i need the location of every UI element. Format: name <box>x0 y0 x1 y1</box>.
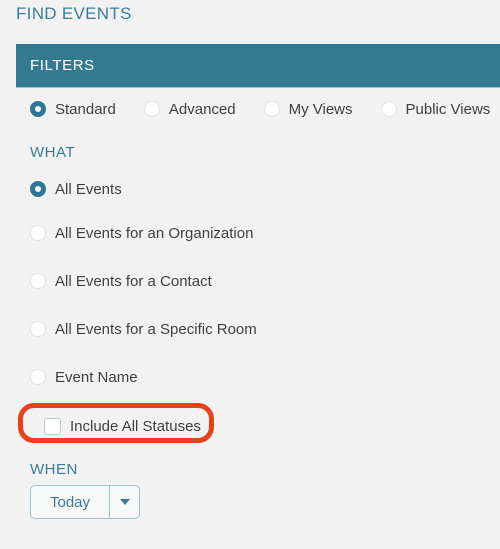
filters-panel-body: Standard Advanced My Views Public Views … <box>16 88 500 519</box>
what-section-heading: WHAT <box>30 144 76 161</box>
radio-advanced-icon[interactable] <box>143 101 160 117</box>
view-type-label-my-views: My Views <box>288 100 353 118</box>
what-option-all-events-organization[interactable]: All Events for an Organization <box>16 209 500 257</box>
when-section-heading: WHEN <box>30 461 78 478</box>
what-label-all-events-organization: All Events for an Organization <box>55 224 254 242</box>
date-range-dropdown[interactable]: Today <box>30 485 140 519</box>
what-option-all-events-contact[interactable]: All Events for a Contact <box>16 257 500 305</box>
include-all-statuses-checkbox[interactable] <box>44 417 61 435</box>
what-radio-group: All Events All Events for an Organizatio… <box>16 169 500 401</box>
radio-all-events-specific-room-icon[interactable] <box>30 321 46 337</box>
filters-panel-title: FILTERS <box>30 57 95 74</box>
radio-my-views-icon[interactable] <box>263 101 280 117</box>
view-type-label-advanced: Advanced <box>168 100 236 118</box>
view-type-label-public-views: Public Views <box>405 100 491 118</box>
include-all-statuses-label: Include All Statuses <box>70 417 201 435</box>
radio-all-events-icon[interactable] <box>30 181 46 197</box>
what-label-event-name: Event Name <box>55 368 138 386</box>
what-option-all-events-specific-room[interactable]: All Events for a Specific Room <box>16 305 500 353</box>
what-option-all-events[interactable]: All Events <box>16 169 500 209</box>
radio-event-name-icon[interactable] <box>30 369 46 385</box>
chevron-down-icon[interactable] <box>109 486 139 518</box>
view-type-radio-group: Standard Advanced My Views Public Views <box>16 88 500 130</box>
include-all-statuses-row[interactable]: Include All Statuses <box>16 401 500 451</box>
view-type-option-advanced[interactable]: Advanced <box>143 100 236 118</box>
filters-panel-header: FILTERS <box>16 44 500 88</box>
radio-all-events-organization-icon[interactable] <box>30 225 46 241</box>
radio-standard-icon[interactable] <box>30 101 46 117</box>
what-option-event-name[interactable]: Event Name <box>16 353 500 401</box>
page-title: FIND EVENTS <box>16 4 132 23</box>
filters-panel: FILTERS Standard Advanced My Views Publi… <box>16 44 500 549</box>
what-label-all-events-contact: All Events for a Contact <box>55 272 212 290</box>
radio-all-events-contact-icon[interactable] <box>30 273 46 289</box>
what-label-all-events: All Events <box>55 180 122 198</box>
view-type-option-my-views[interactable]: My Views <box>263 100 353 118</box>
view-type-option-standard[interactable]: Standard <box>30 101 116 118</box>
view-type-option-public-views[interactable]: Public Views <box>380 100 491 118</box>
radio-public-views-icon[interactable] <box>380 101 397 117</box>
what-label-all-events-specific-room: All Events for a Specific Room <box>55 320 257 338</box>
view-type-label-standard: Standard <box>55 100 116 118</box>
date-range-value: Today <box>49 493 91 511</box>
